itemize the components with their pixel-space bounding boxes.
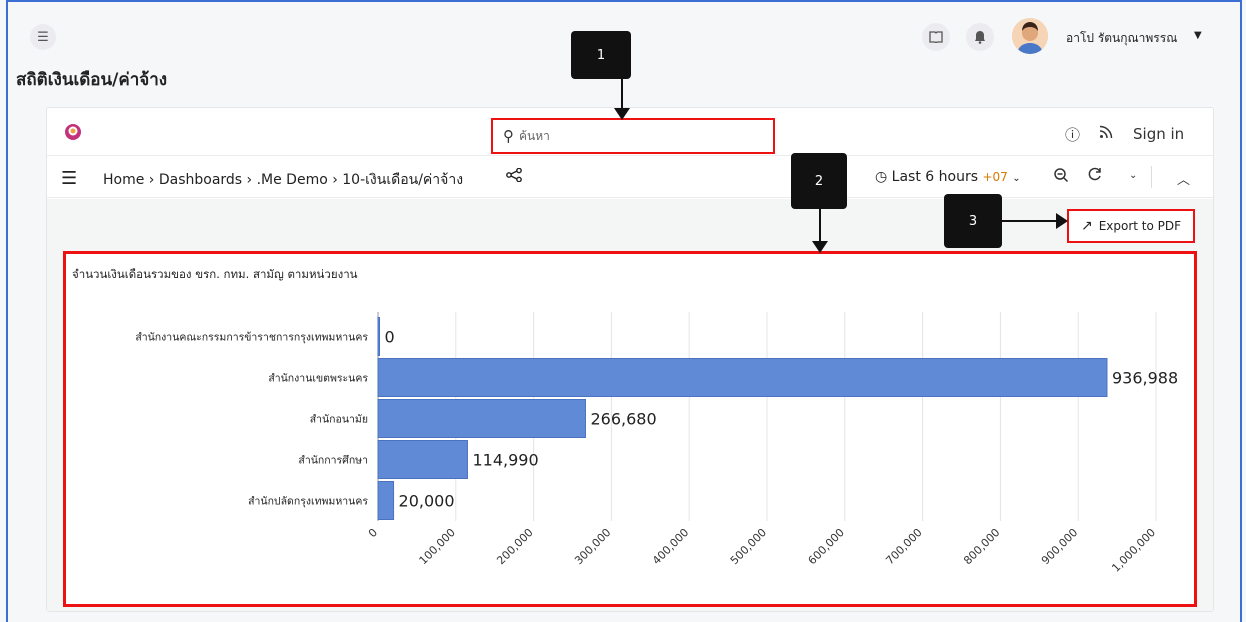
x-tick-label: 200,000	[494, 526, 535, 567]
x-tick-label: 100,000	[417, 526, 458, 567]
chevron-down-icon: ⌄	[1012, 173, 1021, 184]
user-menu-caret-icon[interactable]: ▼	[1194, 30, 1202, 41]
callout-3-arrowhead	[1056, 213, 1068, 229]
search-icon: ⚲	[503, 127, 514, 145]
x-tick-label: 900,000	[1039, 526, 1080, 567]
refresh-icon[interactable]	[1087, 166, 1103, 187]
callout-2: 2	[791, 153, 847, 209]
x-tick-label: 700,000	[883, 526, 924, 567]
chevron-up-icon[interactable]: ︿	[1177, 169, 1190, 188]
hamburger-menu-icon[interactable]: ☰	[61, 168, 77, 189]
external-link-icon: ↗	[1080, 218, 1093, 234]
window-frame-right	[1240, 0, 1242, 622]
menu-collapse-icon[interactable]: ☰	[30, 24, 56, 50]
share-icon[interactable]	[506, 167, 522, 186]
callout-3-arrow	[1002, 220, 1058, 222]
page-title: สถิติเงินเดือน/ค่าจ้าง	[16, 70, 168, 90]
data-label: 20,000	[399, 492, 455, 511]
x-tick-label: 1,000,000	[1109, 526, 1158, 575]
callout-3: 3	[944, 194, 1002, 248]
grafana-topbar: ⚲ ค้นหา ⓘ Sign in	[47, 108, 1213, 156]
help-icon[interactable]: ⓘ	[1065, 124, 1080, 145]
avatar[interactable]	[1012, 18, 1048, 54]
breadcrumb[interactable]: Home › Dashboards › .Me Demo › 10-เงินเด…	[103, 169, 463, 191]
category-label: สำนักปลัดกรุงเทพมหานคร	[248, 496, 368, 508]
refresh-interval-chevron-icon[interactable]: ⌄	[1129, 170, 1137, 181]
bar	[377, 399, 586, 438]
bar	[377, 481, 395, 520]
x-tick-label: 300,000	[572, 526, 613, 567]
grafana-logo-icon[interactable]	[63, 122, 83, 142]
data-label: 936,988	[1112, 369, 1178, 388]
callout-2-arrowhead	[812, 241, 828, 253]
dashboard-embed: ⚲ ค้นหา ⓘ Sign in ☰ Home › Dashboards › …	[46, 107, 1214, 612]
timezone-label: +07	[982, 170, 1008, 184]
callout-2-arrow	[819, 209, 821, 243]
time-range-picker[interactable]: ◷ Last 6 hours +07 ⌄	[875, 169, 1021, 185]
x-tick-label: 500,000	[728, 526, 769, 567]
chart-panel[interactable]: จำนวนเงินเดือนรวมของ ขรก. กทม. สามัญ ตาม…	[63, 251, 1197, 607]
data-label: 266,680	[590, 410, 656, 429]
bar	[377, 317, 380, 356]
clock-icon: ◷	[875, 169, 888, 185]
x-tick-label: 800,000	[961, 526, 1002, 567]
search-input[interactable]: ⚲ ค้นหา	[491, 118, 775, 154]
callout-1-arrow	[621, 79, 623, 111]
book-icon[interactable]	[922, 23, 950, 51]
category-label: สำนักงานเขตพระนคร	[268, 373, 368, 385]
rss-icon[interactable]	[1099, 125, 1113, 143]
export-pdf-button[interactable]: ↗ Export to PDF	[1067, 209, 1195, 243]
bar	[377, 358, 1108, 397]
grafana-navbar: ☰ Home › Dashboards › .Me Demo › 10-เงิน…	[47, 156, 1213, 198]
callout-1-arrowhead	[614, 108, 630, 120]
sign-in-link[interactable]: Sign in	[1133, 125, 1184, 143]
callout-1: 1	[571, 31, 631, 79]
x-tick-label: 600,000	[806, 526, 847, 567]
x-tick-label: 400,000	[650, 526, 691, 567]
window-frame-left	[6, 0, 8, 622]
bar-chart: 0 100,000 200,000 300,000 400,000 500,000 600,…	[135, 312, 1178, 575]
category-label: สำนักอนามัย	[310, 414, 368, 426]
zoom-out-icon[interactable]	[1053, 167, 1069, 187]
dashboard-content: ↗ Export to PDF จำนวนเงินเดือนรวมของ ขรก…	[47, 199, 1213, 611]
time-range-label: Last 6 hours	[891, 169, 979, 185]
category-label: สำนักการศึกษา	[298, 455, 368, 467]
data-label: 114,990	[472, 451, 538, 470]
username[interactable]: อาโป รัตนกุณาพรรณ	[1066, 29, 1177, 48]
x-tick-label: 0	[366, 526, 380, 540]
bar	[377, 440, 468, 479]
data-label: 0	[385, 328, 395, 347]
bell-icon[interactable]	[966, 23, 994, 51]
export-pdf-label: Export to PDF	[1098, 219, 1182, 233]
category-label: สำนักงานคณะกรรมการข้าราชการกรุงเทพมหานคร	[135, 332, 368, 344]
search-placeholder: ค้นหา	[519, 128, 550, 143]
window-frame-top	[6, 0, 1242, 2]
toolbar-divider	[1151, 166, 1152, 188]
